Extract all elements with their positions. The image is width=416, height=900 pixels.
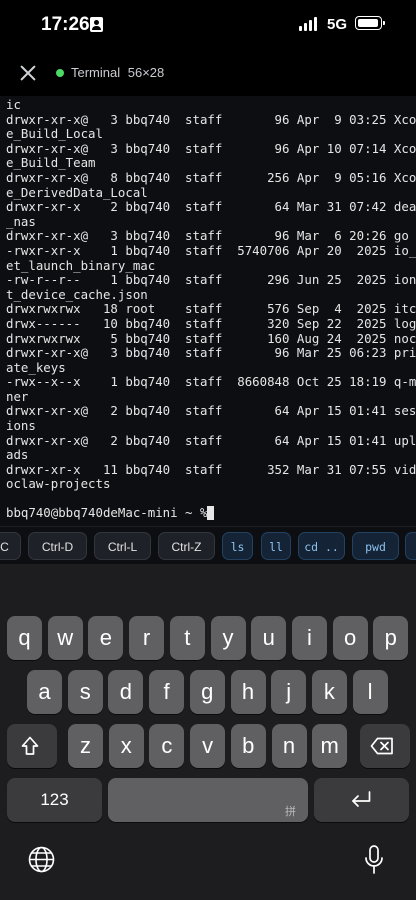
microphone-icon[interactable] xyxy=(364,845,384,875)
status-bar: 17:26 5G xyxy=(0,0,416,52)
key-x[interactable]: x xyxy=(108,724,144,768)
terminal-line: -rw-r--r-- 1 bbq740 staff 296 Jun 25 202… xyxy=(6,273,416,288)
shift-icon xyxy=(21,736,39,755)
key-c[interactable]: c xyxy=(149,724,185,768)
terminal-line: e_Build_Local xyxy=(6,127,103,142)
key-s[interactable]: s xyxy=(67,670,103,714)
terminal-output[interactable]: ic drwxr-xr-x@ 3 bbq740 staff 96 Apr 9 03… xyxy=(0,96,416,526)
connection-status-dot xyxy=(56,69,64,77)
key-i[interactable]: i xyxy=(291,616,327,660)
shift-key[interactable] xyxy=(7,724,57,768)
shortcut-ctrl-l-button[interactable]: Ctrl-L xyxy=(94,532,151,560)
key-d[interactable]: d xyxy=(108,670,144,714)
key-w[interactable]: w xyxy=(47,616,83,660)
key-f[interactable]: f xyxy=(149,670,185,714)
terminal-line: drwxr-xr-x@ 3 bbq740 staff 96 Mar 25 06:… xyxy=(6,346,416,361)
globe-icon[interactable] xyxy=(28,846,55,873)
terminal-line: drwxr-xr-x@ 3 bbq740 staff 96 Mar 6 20:2… xyxy=(6,229,409,244)
shortcut-ctrl-c-button[interactable]: C xyxy=(0,532,21,560)
terminal-header: Terminal 56×28 xyxy=(0,52,416,96)
key-k[interactable]: k xyxy=(311,670,347,714)
key-r[interactable]: r xyxy=(129,616,165,660)
header-title: Terminal 56×28 xyxy=(71,65,168,80)
shortcut-cd-up-button[interactable]: cd .. xyxy=(298,532,345,560)
status-time: 17:26 xyxy=(41,14,90,35)
shortcut-pwd-button[interactable]: pwd xyxy=(352,532,399,560)
terminal-line: ner xyxy=(6,389,29,404)
terminal-line: e_DerivedData_Local xyxy=(6,185,148,200)
key-h[interactable]: h xyxy=(230,670,266,714)
shortcut-ls-button[interactable]: ls xyxy=(222,532,253,560)
terminal-line: drwxr-xr-x@ 8 bbq740 staff 256 Apr 9 05:… xyxy=(6,170,416,185)
space-key[interactable]: 拼 xyxy=(108,778,308,822)
key-b[interactable]: b xyxy=(230,724,266,768)
terminal-title: Terminal xyxy=(71,65,121,80)
shortcut-more-button[interactable] xyxy=(405,532,416,560)
close-icon[interactable] xyxy=(18,63,38,83)
terminal-line: e_Build_Team xyxy=(6,156,96,171)
terminal-line: ate_keys xyxy=(6,360,66,375)
terminal-line: drwxr-xr-x 11 bbq740 staff 352 Mar 31 07… xyxy=(6,462,416,477)
key-v[interactable]: v xyxy=(190,724,226,768)
key-e[interactable]: e xyxy=(88,616,124,660)
terminal-lines: ic drwxr-xr-x@ 3 bbq740 staff 96 Apr 9 03… xyxy=(6,98,416,492)
key-t[interactable]: t xyxy=(169,616,205,660)
battery-icon xyxy=(355,16,385,30)
terminal-line: drwxr-xr-x@ 3 bbq740 staff 96 Apr 10 07:… xyxy=(6,141,416,156)
terminal-line: drwxrwxrwx 18 root staff 576 Sep 4 2025 … xyxy=(6,302,416,317)
key-q[interactable]: q xyxy=(7,616,42,660)
key-o[interactable]: o xyxy=(332,616,368,660)
software-keyboard: 123 拼 qwertyuiop asdfghjkl zxcvbnm xyxy=(0,564,416,900)
return-key[interactable] xyxy=(314,778,409,822)
key-z[interactable]: z xyxy=(68,724,103,768)
terminal-line: drwxrwxrwx 5 bbq740 staff 160 Aug 24 202… xyxy=(6,331,416,346)
shortcut-ctrl-z-button[interactable]: Ctrl-Z xyxy=(158,532,215,560)
key-u[interactable]: u xyxy=(251,616,287,660)
key-m[interactable]: m xyxy=(312,724,348,768)
terminal-line: drwxr-xr-x@ 2 bbq740 staff 64 Apr 15 01:… xyxy=(6,433,416,448)
terminal-line: drwx------ 10 bbq740 staff 320 Sep 22 20… xyxy=(6,316,416,331)
key-j[interactable]: j xyxy=(271,670,307,714)
terminal-line: ions xyxy=(6,419,36,434)
terminal-line: oclaw-projects xyxy=(6,477,111,492)
terminal-cursor xyxy=(207,506,214,520)
key-l[interactable]: l xyxy=(352,670,388,714)
key-g[interactable]: g xyxy=(189,670,225,714)
numbers-key[interactable]: 123 xyxy=(7,778,102,822)
key-p[interactable]: p xyxy=(373,616,409,660)
shortcut-ll-button[interactable]: ll xyxy=(261,532,291,560)
key-n[interactable]: n xyxy=(271,724,307,768)
shell-prompt: bbq740@bbq740deMac-mini ~ % xyxy=(6,505,215,520)
terminal-line: ads xyxy=(6,448,29,463)
return-icon xyxy=(352,791,371,807)
terminal-line: drwxr-xr-x@ 3 bbq740 staff 96 Apr 9 03:2… xyxy=(6,112,416,127)
network-type: 5G xyxy=(327,16,348,33)
terminal-line: -rwxr-xr-x 1 bbq740 staff 5740706 Apr 20… xyxy=(6,243,416,258)
terminal-line: drwxr-xr-x 2 bbq740 staff 64 Mar 31 07:4… xyxy=(6,200,416,215)
key-y[interactable]: y xyxy=(210,616,246,660)
terminal-size: 56×28 xyxy=(127,65,165,80)
terminal-line: -rwx--x--x 1 bbq740 staff 8660848 Oct 25… xyxy=(6,375,416,390)
person-badge-icon xyxy=(90,17,103,32)
cellular-signal-icon xyxy=(299,17,321,31)
backspace-icon xyxy=(370,737,393,755)
terminal-line: _nas xyxy=(6,214,36,229)
pinyin-mark: 拼 xyxy=(285,806,296,818)
shortcut-ctrl-d-button[interactable]: Ctrl-D xyxy=(28,532,87,560)
terminal-line: t_device_cache.json xyxy=(6,287,148,302)
terminal-line: et_launch_binary_mac xyxy=(6,258,156,273)
terminal-line: drwxr-xr-x@ 2 bbq740 staff 64 Apr 15 01:… xyxy=(6,404,416,419)
key-a[interactable]: a xyxy=(27,670,62,714)
terminal-line: ic xyxy=(6,98,21,112)
shortcut-bar: C Ctrl-D Ctrl-L Ctrl-Z ls ll cd .. pwd xyxy=(0,526,416,564)
backspace-key[interactable] xyxy=(360,724,410,768)
